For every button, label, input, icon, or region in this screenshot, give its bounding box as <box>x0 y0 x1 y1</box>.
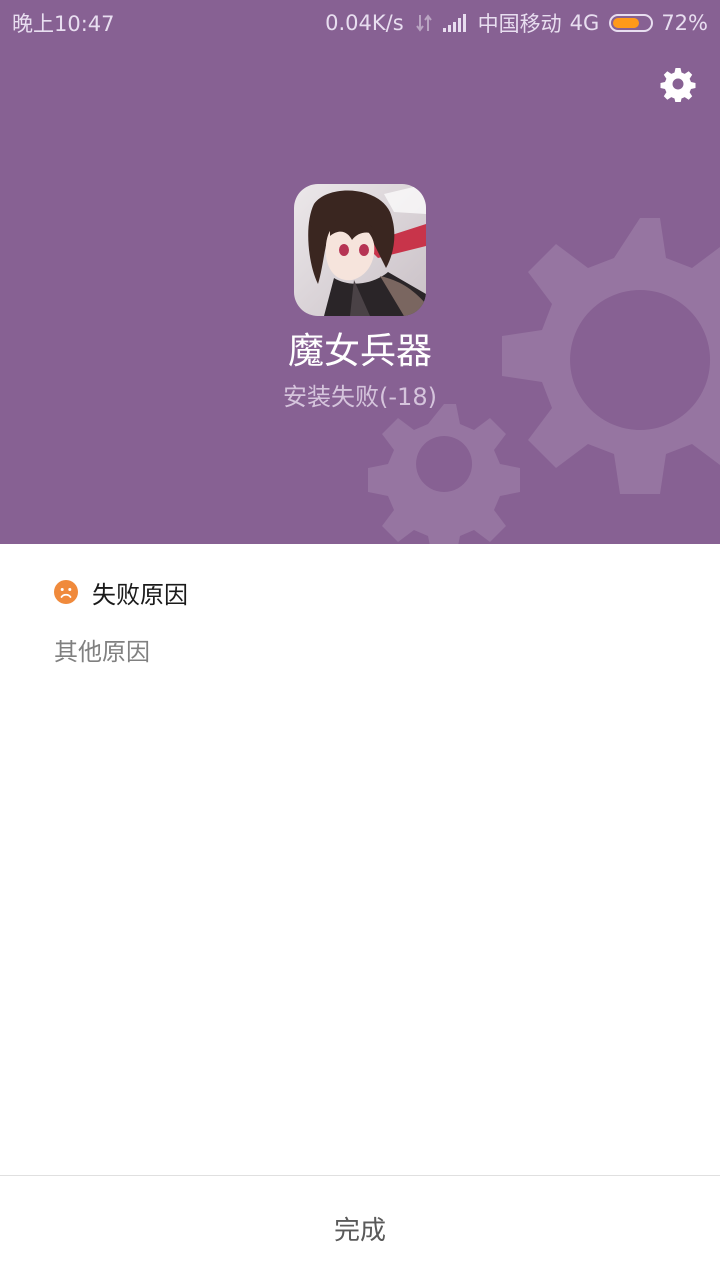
status-bar: 晚上10:47 0.04K/s 中国移动 4G 72% <box>0 0 720 40</box>
done-button[interactable]: 完成 <box>0 1176 720 1280</box>
header: 晚上10:47 0.04K/s 中国移动 4G 72% 魔女兵器 安装失败(-1… <box>0 0 720 544</box>
status-right-group: 0.04K/s 中国移动 4G 72% <box>325 8 708 38</box>
battery-percent: 72% <box>661 11 708 35</box>
network-type: 4G <box>569 11 600 35</box>
battery-level-fill <box>613 18 640 28</box>
failure-reason-header: 失败原因 <box>54 578 188 609</box>
install-status: 安装失败(-18) <box>283 383 437 411</box>
sad-face-icon <box>54 580 78 604</box>
carrier-name: 中国移动 <box>477 12 562 36</box>
app-name: 魔女兵器 <box>287 331 432 372</box>
app-icon-artwork <box>294 184 426 316</box>
app-icon <box>294 184 426 316</box>
battery-icon <box>609 14 654 32</box>
signal-strength-icon <box>442 14 466 32</box>
failure-reason-title: 失败原因 <box>92 580 188 609</box>
footer: 完成 <box>0 1175 720 1280</box>
data-transfer-icon <box>415 14 432 32</box>
status-time: 晚上10:47 <box>12 12 115 36</box>
failure-reason-text: 其他原因 <box>54 638 150 666</box>
install-failure-screen: 晚上10:47 0.04K/s 中国移动 4G 72% 魔女兵器 安装失败(-1… <box>0 0 720 1280</box>
network-speed: 0.04K/s <box>325 11 404 35</box>
gear-icon[interactable] <box>660 66 696 102</box>
